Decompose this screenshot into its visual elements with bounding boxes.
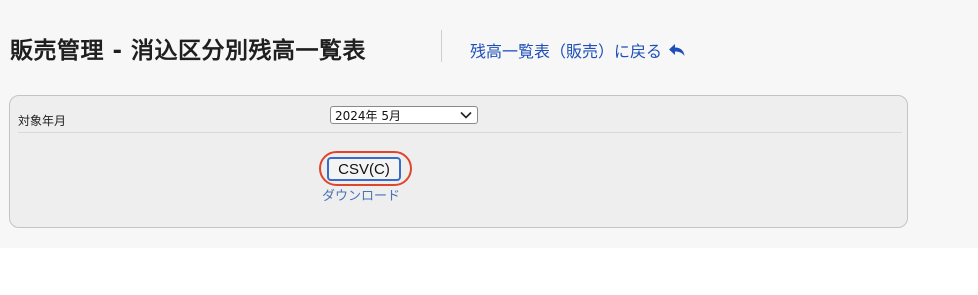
row-divider	[18, 132, 902, 133]
target-month-value: 2024年 5月	[335, 108, 401, 123]
target-month-label: 対象年月	[18, 114, 67, 128]
download-label[interactable]: ダウンロード	[322, 185, 400, 204]
chevron-down-icon	[460, 111, 472, 119]
search-form-panel: 対象年月 2024年 5月 CSV(C) ダウンロード	[9, 95, 908, 228]
page-title: 販売管理 - 消込区分別残高一覧表	[10, 38, 367, 64]
page-header: 販売管理 - 消込区分別残高一覧表	[10, 28, 366, 68]
csv-button[interactable]: CSV(C)	[327, 157, 401, 181]
back-link-label: 残高一覧表（販売）に戻る	[470, 42, 663, 61]
target-month-select[interactable]: 2024年 5月	[330, 106, 478, 124]
header-divider	[441, 30, 442, 62]
reply-arrow-icon	[669, 44, 685, 56]
back-to-balance-list-link[interactable]: 残高一覧表（販売）に戻る	[470, 38, 686, 62]
